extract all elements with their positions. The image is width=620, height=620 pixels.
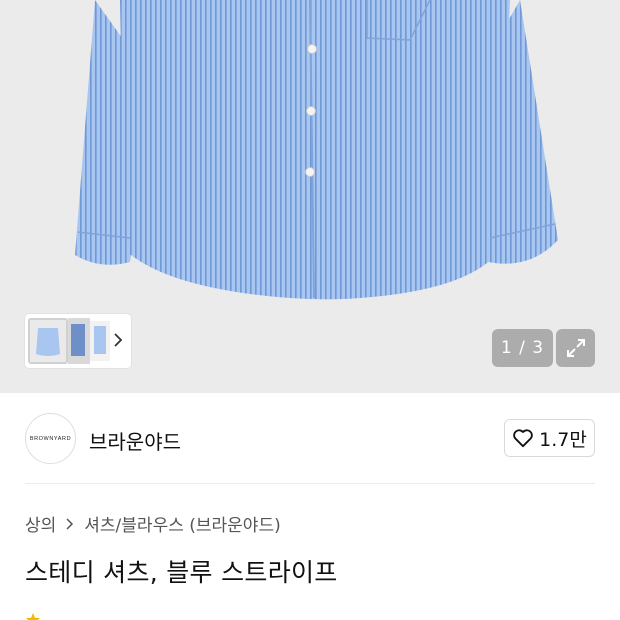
thumbnail-1[interactable]	[28, 318, 68, 364]
thumbnail-strip[interactable]	[25, 314, 131, 368]
expand-icon	[566, 339, 585, 357]
product-title: 스테디 셔츠, 블루 스트라이프	[25, 558, 338, 587]
brand-row: BROWNYARD 브라운야드 1.7만	[0, 393, 620, 483]
chevron-right-icon[interactable]	[111, 331, 125, 349]
image-pager: 1 / 3	[492, 329, 553, 367]
brand-logo-text: BROWNYARD	[29, 435, 72, 442]
expand-button[interactable]	[556, 329, 595, 367]
rating-stars	[25, 612, 41, 620]
breadcrumb-item-top[interactable]: 상의	[25, 511, 56, 536]
breadcrumb: 상의 셔츠/블라우스 (브라운야드)	[25, 511, 281, 536]
like-button[interactable]: 1.7만	[504, 419, 595, 457]
breadcrumb-item-category[interactable]: 셔츠/블라우스 (브라운야드)	[84, 511, 280, 536]
brand-logo[interactable]: BROWNYARD	[25, 413, 76, 464]
heart-outline-icon	[513, 429, 533, 448]
thumbnail-2[interactable]	[68, 318, 110, 364]
product-image-gallery[interactable]: 1 / 3	[0, 0, 620, 393]
divider	[25, 483, 595, 484]
brand-name[interactable]: 브라운야드	[89, 426, 181, 455]
star-icon	[26, 613, 40, 620]
like-count: 1.7만	[539, 428, 587, 451]
chevron-right-icon	[66, 517, 74, 530]
